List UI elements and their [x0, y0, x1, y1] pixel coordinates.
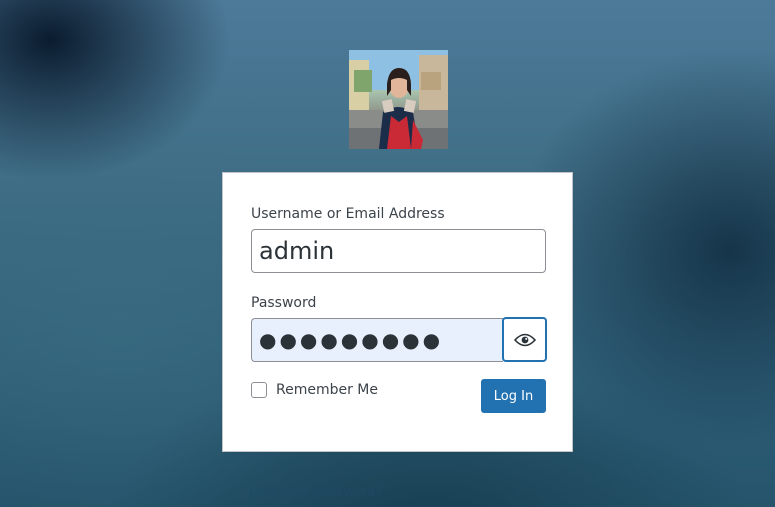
remember-me-row[interactable]: Remember Me	[251, 382, 378, 398]
lost-password-link[interactable]: Lost your password?	[249, 485, 382, 500]
username-label: Username or Email Address	[251, 206, 445, 222]
login-card: Username or Email Address admin Password…	[222, 172, 573, 452]
show-password-button[interactable]	[502, 317, 547, 362]
site-logo[interactable]	[349, 50, 448, 149]
log-in-button[interactable]: Log In	[481, 379, 546, 413]
username-input[interactable]: admin	[251, 229, 546, 273]
remember-me-label: Remember Me	[276, 382, 378, 398]
remember-me-checkbox[interactable]	[251, 382, 267, 398]
eye-icon	[513, 333, 536, 346]
logo-image	[349, 50, 448, 149]
password-input[interactable]: ●●●●●●●●●	[251, 318, 503, 362]
password-label: Password	[251, 295, 317, 311]
